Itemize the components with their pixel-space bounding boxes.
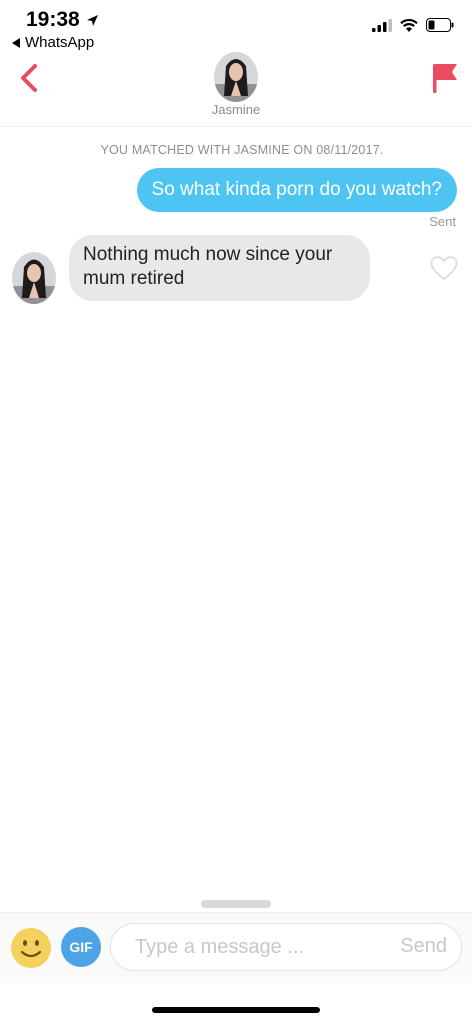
- message-input-wrapper: Send: [110, 923, 462, 971]
- avatar-photo: [12, 252, 56, 304]
- match-avatar[interactable]: [214, 52, 258, 102]
- message-composer: GIF Send: [0, 912, 472, 983]
- battery-icon: [426, 18, 454, 32]
- back-to-app-link[interactable]: WhatsApp: [12, 34, 94, 51]
- back-triangle-icon: [12, 37, 20, 48]
- avatar-photo: [214, 52, 258, 102]
- sent-message-bubble[interactable]: So what kinda porn do you watch?: [136, 168, 457, 212]
- clock-text: 19:38: [26, 8, 80, 31]
- message-input[interactable]: [135, 924, 365, 970]
- smiley-icon[interactable]: [10, 927, 52, 969]
- location-arrow-icon: [86, 14, 98, 26]
- wifi-icon: [400, 18, 418, 32]
- gif-button[interactable]: GIF: [61, 927, 101, 967]
- home-indicator[interactable]: [152, 1007, 320, 1013]
- match-name: Jasmine: [211, 102, 261, 117]
- status-time: 19:38: [26, 8, 99, 32]
- send-button[interactable]: Send: [400, 935, 447, 958]
- sent-message-text: So what kinda porn do you watch?: [151, 179, 442, 200]
- signal-icon: [372, 18, 392, 32]
- match-date-note: YOU MATCHED WITH JASMINE ON 08/11/2017.: [100, 143, 384, 157]
- chat-screen: 19:38 WhatsApp Jasmine YOU MATCHED WITH …: [0, 0, 472, 1024]
- sender-avatar[interactable]: [12, 252, 56, 304]
- status-indicators: [372, 18, 454, 32]
- chat-header: Jasmine: [0, 50, 472, 127]
- drawer-handle[interactable]: [201, 900, 271, 908]
- received-message-bubble[interactable]: Nothing much now since your mum retired: [69, 235, 370, 301]
- gif-label: GIF: [69, 939, 93, 955]
- sent-status: Sent: [429, 214, 456, 229]
- received-message-text: Nothing much now since your mum retired: [83, 244, 333, 289]
- heart-icon[interactable]: [430, 255, 458, 281]
- chevron-left-icon[interactable]: [14, 62, 46, 94]
- back-app-label: WhatsApp: [25, 34, 95, 51]
- flag-icon[interactable]: [432, 62, 458, 94]
